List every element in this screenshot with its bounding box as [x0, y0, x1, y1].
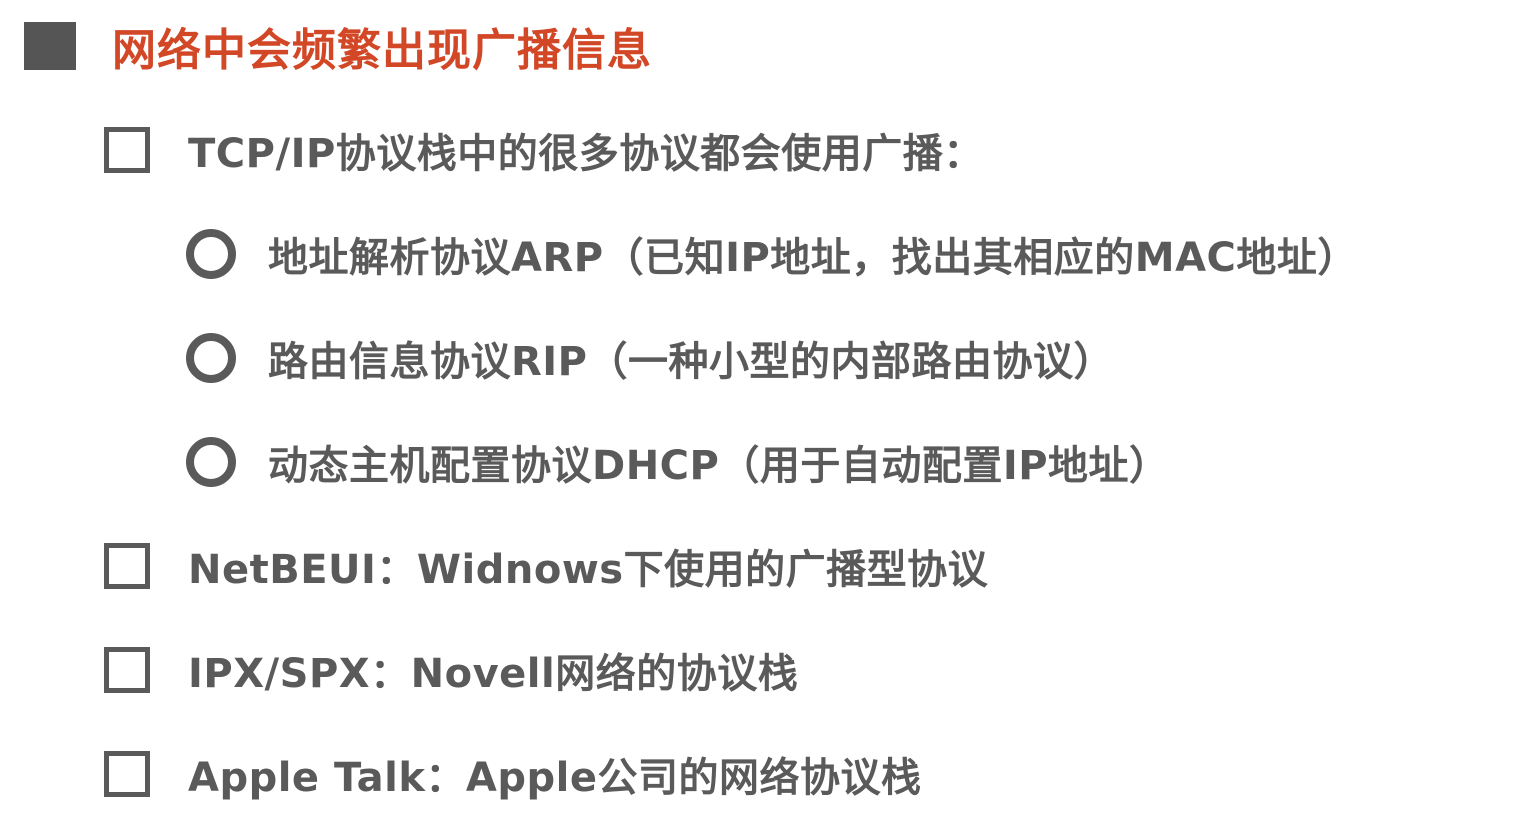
hollow-square-bullet-icon: [104, 127, 150, 173]
square-bullet-icon: [24, 22, 76, 70]
circle-bullet-icon: [186, 229, 236, 279]
circle-bullet-icon: [186, 333, 236, 383]
list-item-text: NetBEUI：Widnows下使用的广播型协议: [188, 547, 989, 593]
circle-bullet-icon: [186, 437, 236, 487]
list-item-text: Apple Talk：Apple公司的网络协议栈: [188, 755, 922, 801]
sub-list-item: 动态主机配置协议DHCP（用于自动配置IP地址）: [186, 430, 1170, 494]
sub-list-item-text: 动态主机配置协议DHCP（用于自动配置IP地址）: [268, 443, 1170, 489]
sub-list-item-text: 地址解析协议ARP（已知IP地址，找出其相应的MAC地址）: [268, 235, 1358, 281]
sub-list-item-text: 路由信息协议RIP（一种小型的内部路由协议）: [268, 339, 1114, 385]
hollow-square-bullet-icon: [104, 543, 150, 589]
hollow-square-bullet-icon: [104, 751, 150, 797]
sub-list-item: 路由信息协议RIP（一种小型的内部路由协议）: [186, 326, 1114, 390]
hollow-square-bullet-icon: [104, 647, 150, 693]
list-item-text: IPX/SPX：Novell网络的协议栈: [188, 651, 799, 697]
list-item-text: TCP/IP协议栈中的很多协议都会使用广播：: [188, 131, 984, 177]
slide-heading: 网络中会频繁出现广播信息: [24, 14, 652, 78]
heading-text: 网络中会频繁出现广播信息: [112, 25, 652, 76]
sub-list-item: 地址解析协议ARP（已知IP地址，找出其相应的MAC地址）: [186, 222, 1358, 286]
list-item: TCP/IP协议栈中的很多协议都会使用广播：: [104, 118, 984, 182]
slide: 网络中会频繁出现广播信息 TCP/IP协议栈中的很多协议都会使用广播： 地址解析…: [0, 0, 1516, 822]
list-item: Apple Talk：Apple公司的网络协议栈: [104, 742, 921, 806]
list-item: NetBEUI：Widnows下使用的广播型协议: [104, 534, 988, 598]
list-item: IPX/SPX：Novell网络的协议栈: [104, 638, 798, 702]
